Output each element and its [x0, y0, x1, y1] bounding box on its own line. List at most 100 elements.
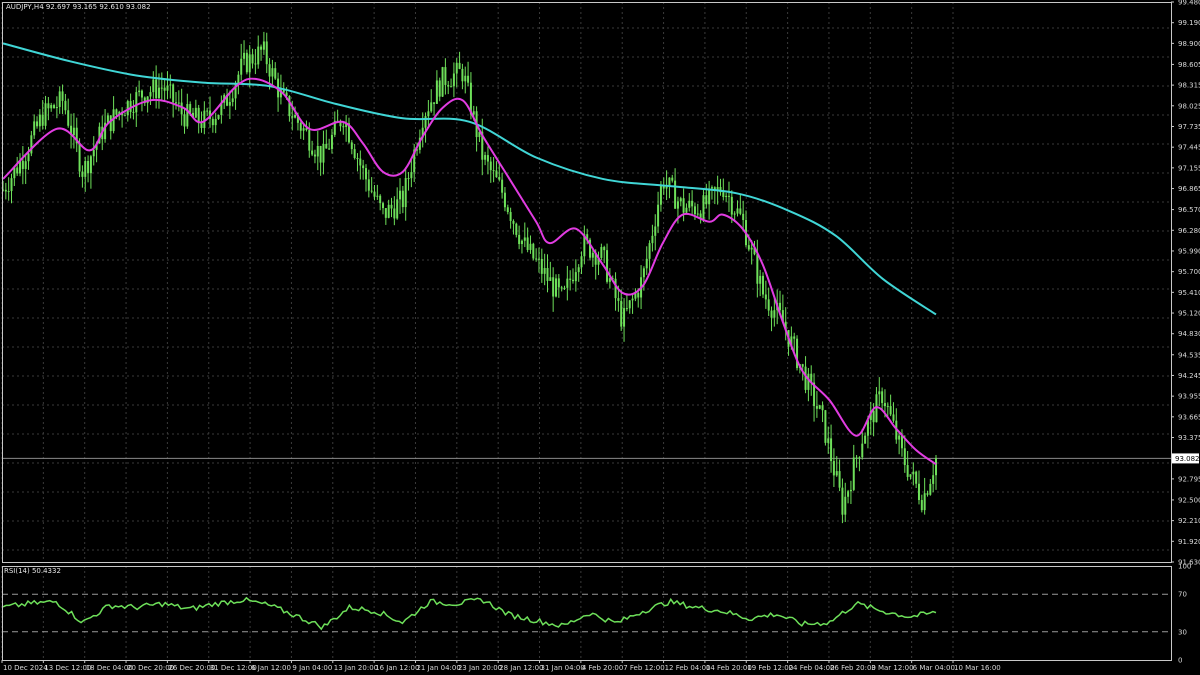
candle-body [163, 87, 166, 91]
candle-body [433, 102, 436, 104]
candle-body [484, 155, 487, 160]
candle-body [330, 134, 333, 149]
price-tick-label: 94.830 [1178, 330, 1200, 338]
candle-body [651, 235, 654, 244]
candle-body [935, 458, 937, 476]
candle-body [84, 161, 87, 177]
candle-body [600, 247, 603, 258]
candle-body [7, 191, 10, 193]
candle-body [41, 114, 44, 126]
candle-body [903, 448, 906, 466]
candle-body [705, 195, 708, 205]
candle-body [231, 98, 234, 103]
price-tick-label: 95.120 [1178, 310, 1200, 318]
candle-body [815, 406, 818, 409]
candle-body [461, 68, 464, 82]
candle-body [569, 278, 572, 280]
candle-body [174, 102, 177, 104]
candle-body [265, 41, 268, 65]
candle-body [115, 109, 118, 115]
candle-body [72, 127, 75, 136]
candle-body [628, 300, 631, 309]
time-tick-label: 3 Mar 12:00 [871, 664, 913, 672]
candle-body [727, 195, 730, 197]
candle-body [696, 213, 699, 215]
candle-body [557, 278, 560, 288]
candle-body [211, 118, 214, 126]
price-tick-label: 97.735 [1178, 123, 1200, 131]
candle-body [382, 203, 385, 209]
candle-body [572, 279, 575, 282]
candle-body [546, 267, 549, 281]
candle-body [693, 206, 696, 215]
candle-body [503, 192, 506, 208]
candle-body [733, 213, 736, 215]
candle-body [620, 300, 623, 327]
candle-body [832, 461, 835, 476]
candle-body [821, 405, 824, 411]
candle-body [917, 483, 920, 501]
candle-body [387, 204, 390, 218]
candle-body [240, 58, 243, 75]
candle-body [268, 64, 271, 77]
rsi-tick-label: 30 [1178, 628, 1187, 636]
candle-body [923, 493, 926, 511]
candle-body [149, 92, 152, 97]
time-tick-label: 26 Feb 20:00 [830, 664, 876, 672]
time-tick-label: 7 Feb 12:00 [623, 664, 664, 672]
time-tick-label: 4 Feb 20:00 [582, 664, 623, 672]
candle-body [844, 496, 847, 515]
price-tick-label: 98.025 [1178, 102, 1200, 110]
price-tick-label: 92.500 [1178, 496, 1200, 504]
time-tick-label: 28 Jan 12:00 [499, 664, 543, 672]
price-tick-label: 92.795 [1178, 475, 1200, 483]
candle-body [657, 204, 660, 227]
candle-body [430, 102, 433, 112]
price-tick-label: 94.535 [1178, 351, 1200, 359]
candle-body [702, 195, 705, 220]
candle-body [654, 226, 657, 236]
candle-body [688, 200, 691, 208]
candle-body [614, 278, 617, 299]
candle-body [87, 161, 90, 174]
candle-body [770, 310, 773, 318]
candle-body [319, 145, 322, 163]
candle-body [489, 161, 492, 171]
candle-body [217, 114, 220, 119]
candle-body [864, 435, 867, 444]
candle-body [10, 178, 13, 192]
candle-body [915, 471, 918, 484]
price-tick-label: 97.155 [1178, 164, 1200, 172]
time-tick-label: 16 Jan 12:00 [375, 664, 419, 672]
candle-body [299, 122, 302, 131]
candle-body [160, 87, 163, 89]
candle-body [342, 126, 345, 128]
candle-body [742, 213, 745, 221]
candle-body [248, 54, 251, 73]
candle-body [364, 168, 367, 180]
candle-body [427, 111, 430, 117]
candle-body [36, 121, 39, 127]
candle-body [89, 156, 92, 174]
candle-body [722, 192, 725, 198]
candle-body [50, 105, 53, 109]
candle-body [756, 254, 759, 284]
time-tick-label: 18 Dec 04:00 [86, 664, 133, 672]
time-tick-label: 31 Jan 04:00 [541, 664, 585, 672]
candle-body [61, 91, 64, 101]
candle-body [872, 410, 875, 423]
time-tick-label: 6 Mar 04:00 [913, 664, 955, 672]
candle-body [520, 240, 523, 245]
time-tick-label: 26 Dec 20:00 [168, 664, 215, 672]
candle-body [404, 178, 407, 208]
price-tick-label: 93.375 [1178, 434, 1200, 442]
price-tick-label: 91.920 [1178, 538, 1200, 546]
candle-body [671, 177, 674, 181]
candle-body [861, 443, 864, 458]
price-tick-label: 96.280 [1178, 227, 1200, 235]
candle-body [16, 167, 19, 174]
candle-body [254, 63, 257, 65]
candle-body [291, 116, 294, 118]
candle-body [467, 75, 470, 83]
candle-body [912, 471, 915, 475]
